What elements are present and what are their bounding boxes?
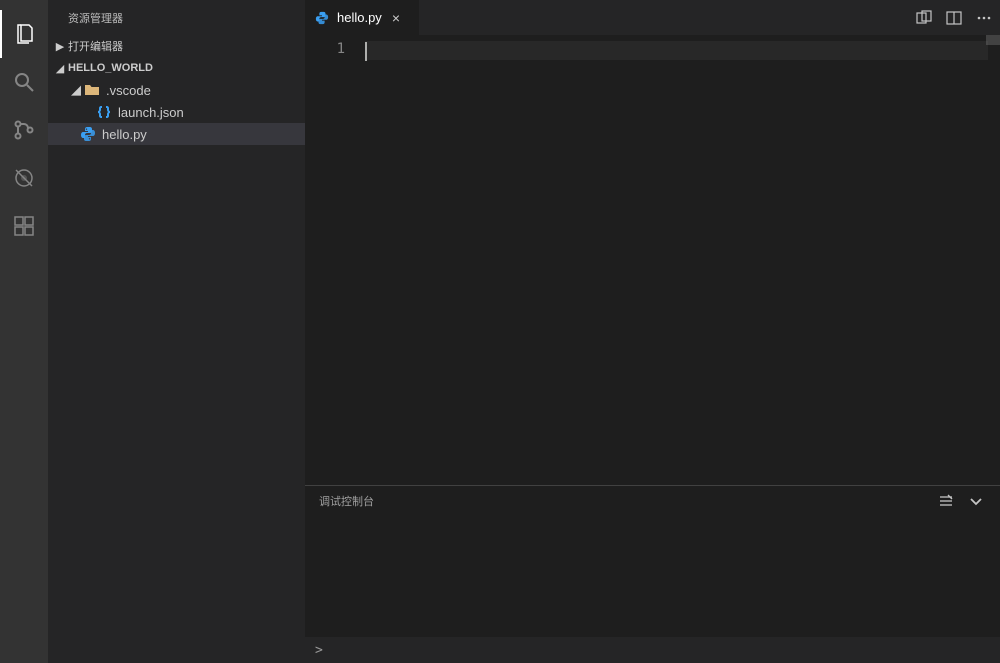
python-file-icon [80, 126, 96, 142]
activity-bar [0, 0, 48, 663]
folder-icon [84, 82, 100, 98]
panel-header: 调试控制台 [305, 486, 1000, 516]
activity-scm[interactable] [0, 106, 48, 154]
tab-hello-py[interactable]: hello.py × [305, 0, 420, 35]
editor-actions [916, 0, 1000, 35]
line-number: 1 [305, 41, 345, 57]
tab-bar: hello.py × [305, 0, 1000, 35]
current-line-highlight [365, 41, 988, 60]
vertical-scrollbar[interactable] [986, 35, 1000, 45]
split-editor-icon[interactable] [946, 10, 962, 26]
chevron-down-icon[interactable] [966, 491, 986, 511]
activity-extensions[interactable] [0, 202, 48, 250]
debug-icon [12, 166, 36, 190]
extensions-icon [12, 214, 36, 238]
activity-explorer[interactable] [0, 10, 48, 58]
chevron-down-icon: ◢ [52, 62, 68, 75]
tree-folder-vscode[interactable]: ◢ .vscode [48, 79, 305, 101]
clear-console-icon[interactable] [936, 491, 956, 511]
files-icon [13, 22, 37, 46]
bottom-panel: 调试控制台 > [305, 485, 1000, 663]
input-prompt-icon: > [315, 643, 323, 658]
editor-group: hello.py × 1 [305, 0, 1000, 663]
chevron-right-icon: ▶ [52, 40, 68, 53]
debug-console-input[interactable]: > [305, 637, 1000, 663]
text-cursor [365, 42, 367, 61]
source-control-icon [12, 118, 36, 142]
compare-changes-icon[interactable] [916, 10, 932, 26]
section-label: 打开编辑器 [68, 38, 123, 54]
editor-area: 1 调试控制台 > [305, 35, 1000, 663]
activity-search[interactable] [0, 58, 48, 106]
sidebar-title: 资源管理器 [48, 0, 305, 35]
panel-title[interactable]: 调试控制台 [319, 493, 374, 509]
debug-console-output[interactable] [305, 516, 1000, 637]
tree-item-label: .vscode [106, 83, 151, 98]
search-icon [12, 70, 36, 94]
more-actions-icon[interactable] [976, 10, 992, 26]
section-open-editors[interactable]: ▶ 打开编辑器 [48, 35, 305, 57]
tree-file-hello-py[interactable]: hello.py [48, 123, 305, 145]
tree-item-label: launch.json [118, 105, 184, 120]
line-number-gutter: 1 [305, 35, 365, 485]
close-icon[interactable]: × [392, 10, 400, 26]
section-project[interactable]: ◢ HELLO_WORLD [48, 57, 305, 79]
project-name: HELLO_WORLD [68, 62, 153, 74]
tree-file-launch-json[interactable]: launch.json [48, 101, 305, 123]
tree-item-label: hello.py [102, 127, 147, 142]
sidebar: 资源管理器 ▶ 打开编辑器 ◢ HELLO_WORLD ◢ .vscode la… [48, 0, 305, 663]
tab-label: hello.py [337, 10, 382, 25]
text-editor[interactable]: 1 [305, 35, 1000, 485]
json-file-icon [96, 104, 112, 120]
chevron-down-icon: ◢ [68, 82, 84, 98]
python-file-icon [315, 10, 331, 26]
editor-content[interactable] [365, 35, 1000, 485]
activity-debug[interactable] [0, 154, 48, 202]
